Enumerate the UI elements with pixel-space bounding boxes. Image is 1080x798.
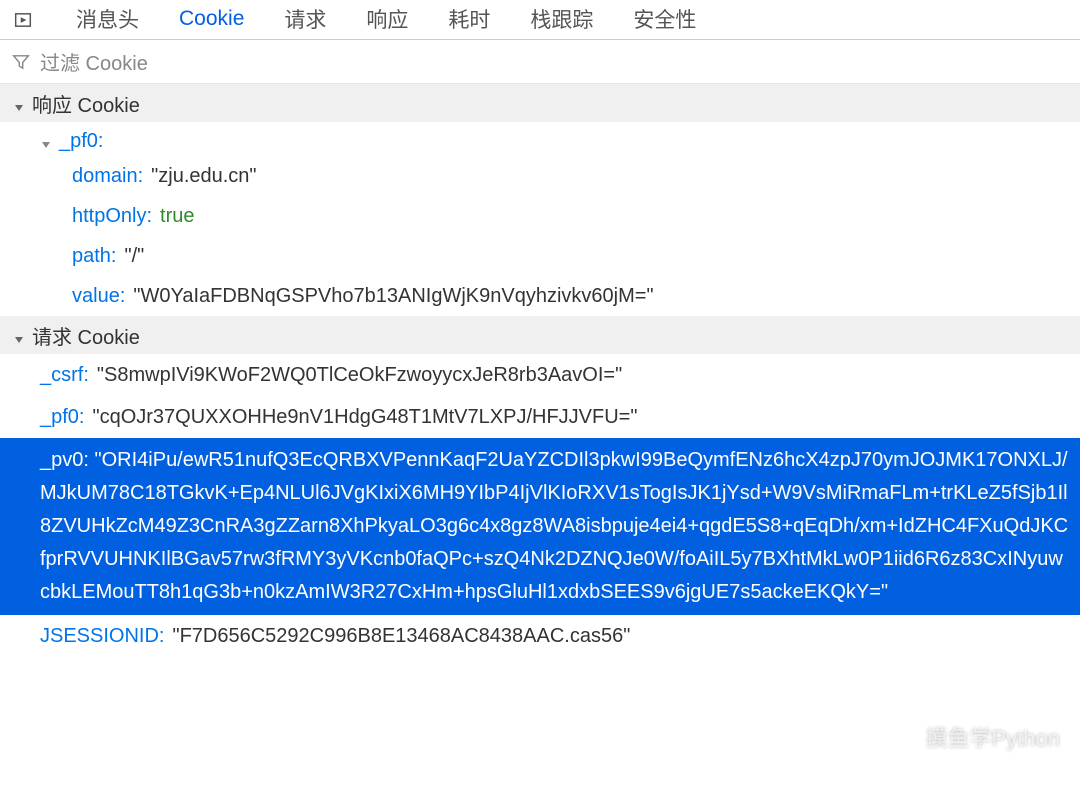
cookie-jsessionid[interactable]: JSESSIONID: "F7D656C5292C996B8E13468AC84…: [0, 615, 1080, 657]
tabs-bar: 消息头 Cookie 请求 响应 耗时 栈跟踪 安全性: [0, 0, 1080, 40]
prop-value: "zju.edu.cn": [151, 156, 256, 196]
tab-cookie[interactable]: Cookie: [159, 0, 264, 41]
prop-value: "W0YaIaFDBNqGSPVho7b13ANIgWjK9nVqyhzivkv…: [133, 276, 653, 316]
chevron-down-icon: [13, 329, 26, 342]
filter-input[interactable]: 过滤 Cookie: [40, 47, 148, 76]
prop-path[interactable]: path: "/": [72, 236, 1080, 276]
prop-domain[interactable]: domain: "zju.edu.cn": [72, 156, 1080, 196]
watermark: 摸鱼学Python: [894, 721, 1061, 753]
cookie-key: JSESSIONID:: [40, 615, 164, 657]
tab-headers[interactable]: 消息头: [56, 0, 159, 44]
cookie-value: "S8mwpIVi9KWoF2WQ0TlCeOkFzwoyycxJeR8rb3A…: [97, 354, 622, 396]
prop-value: true: [160, 196, 194, 236]
prop-value: "/": [124, 236, 144, 276]
cookie-key: _csrf:: [40, 354, 89, 396]
tab-timing[interactable]: 耗时: [428, 0, 510, 44]
tab-response[interactable]: 响应: [346, 0, 428, 44]
prop-key: path:: [72, 236, 116, 276]
wechat-icon: [894, 725, 918, 749]
response-cookie-header[interactable]: 响应 Cookie: [0, 84, 1080, 122]
tab-stacktrace[interactable]: 栈跟踪: [510, 0, 613, 44]
toggle-pane-icon[interactable]: [12, 9, 34, 31]
filter-icon: [12, 53, 30, 71]
request-cookie-title: 请求 Cookie: [32, 321, 140, 350]
watermark-text: 摸鱼学Python: [926, 721, 1061, 753]
cookie-props: domain: "zju.edu.cn" httpOnly: true path…: [40, 156, 1080, 316]
cookie-value: "F7D656C5292C996B8E13468AC8438AAC.cas56": [172, 615, 630, 657]
cookie-value: "ORI4iPu/ewR51nufQ3EcQRBXVPennKaqF2UaYZC…: [40, 449, 1068, 603]
prop-key: value:: [72, 276, 125, 316]
cookie-pv0-selected[interactable]: _pv0: "ORI4iPu/ewR51nufQ3EcQRBXVPennKaqF…: [0, 438, 1080, 615]
prop-value[interactable]: value: "W0YaIaFDBNqGSPVho7b13ANIgWjK9nVq…: [72, 276, 1080, 316]
tab-request[interactable]: 请求: [264, 0, 346, 44]
request-cookie-header[interactable]: 请求 Cookie: [0, 316, 1080, 354]
cookie-group-pf0[interactable]: _pf0:: [40, 130, 1080, 153]
tab-security[interactable]: 安全性: [613, 0, 716, 44]
cookie-name: _pf0:: [59, 130, 103, 153]
cookie-value: "cqOJr37QUXXOHHe9nV1HdgG48T1MtV7LXPJ/HFJ…: [92, 396, 637, 438]
response-cookie-title: 响应 Cookie: [32, 89, 140, 118]
prop-key: domain:: [72, 156, 143, 196]
chevron-down-icon: [13, 97, 26, 110]
prop-httponly[interactable]: httpOnly: true: [72, 196, 1080, 236]
filter-row: 过滤 Cookie: [0, 40, 1080, 84]
prop-key: httpOnly:: [72, 196, 152, 236]
request-cookie-content: _csrf: "S8mwpIVi9KWoF2WQ0TlCeOkFzwoyycxJ…: [0, 354, 1080, 657]
cookie-pf0[interactable]: _pf0: "cqOJr37QUXXOHHe9nV1HdgG48T1MtV7LX…: [0, 396, 1080, 438]
cookie-key: _pf0:: [40, 396, 84, 438]
chevron-down-icon: [40, 135, 53, 148]
response-cookie-content: _pf0: domain: "zju.edu.cn" httpOnly: tru…: [0, 122, 1080, 316]
cookie-key: _pv0:: [40, 449, 89, 471]
cookie-csrf[interactable]: _csrf: "S8mwpIVi9KWoF2WQ0TlCeOkFzwoyycxJ…: [0, 354, 1080, 396]
